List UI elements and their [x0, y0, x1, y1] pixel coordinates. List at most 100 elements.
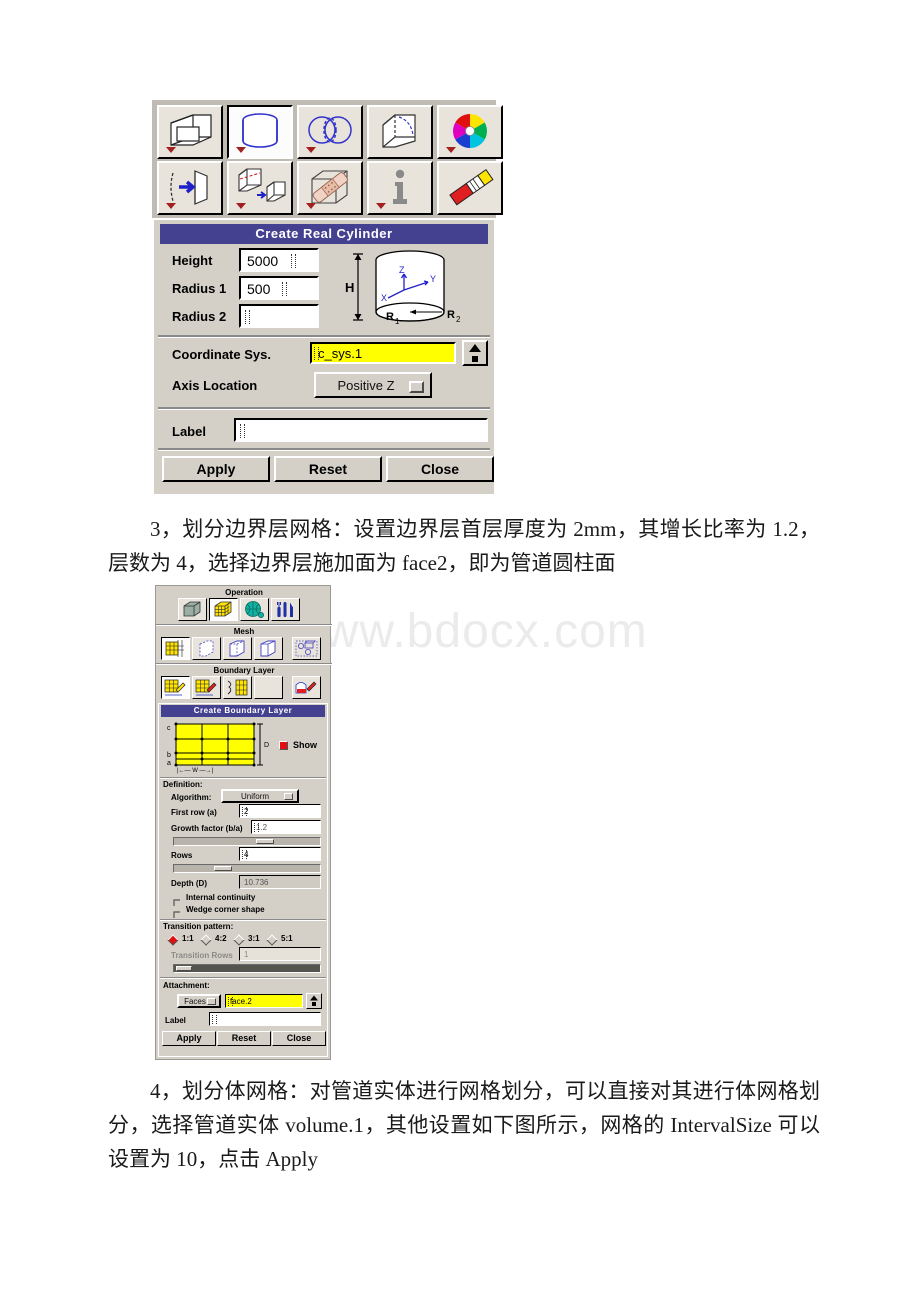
toolbar-button-delete-volume[interactable]: [437, 161, 503, 215]
toolbar-button-summarize[interactable]: [367, 161, 433, 215]
apply-button[interactable]: Apply: [162, 456, 270, 482]
radius2-input[interactable]: [239, 304, 319, 328]
mesh-button-boundary-layer[interactable]: [161, 637, 190, 660]
svg-text:b: b: [167, 752, 171, 759]
transition-radio-3-1[interactable]: [233, 934, 245, 946]
mesh-edge-icon: [199, 640, 214, 657]
boundary-layer-mesh-icon: [165, 640, 184, 657]
boolean-dropdown-arrow-icon[interactable]: [306, 147, 316, 153]
attachment-pick-button[interactable]: [306, 993, 322, 1009]
bl-divider-2: [160, 919, 326, 921]
bl-button-create[interactable]: [161, 676, 190, 699]
rows-slider-thumb[interactable]: [214, 866, 232, 871]
mesh-button-group[interactable]: [292, 637, 321, 660]
internal-continuity-checkbox[interactable]: [173, 894, 182, 906]
apply-button-label: Apply: [196, 461, 236, 477]
show-checkbox[interactable]: [279, 741, 288, 750]
attachment-face-input[interactable]: face.2: [225, 994, 303, 1008]
reset-button[interactable]: Reset: [274, 456, 382, 482]
toolbar-button-split-volume[interactable]: [367, 105, 433, 159]
cylinder-dialog: Create Real Cylinder Height 5000 Radius …: [152, 218, 496, 496]
growth-factor-slider-thumb[interactable]: [256, 839, 274, 844]
toolbar-button-move-copy[interactable]: [157, 161, 223, 215]
summarize-dropdown-arrow-icon[interactable]: [376, 203, 386, 209]
attachment-face-caret-icon: [228, 997, 233, 1006]
transition-radio-1-1-label: 1:1: [182, 934, 194, 943]
transition-radio-5-1[interactable]: [266, 934, 278, 946]
algorithm-dropdown-indicator-icon: [284, 793, 293, 800]
svg-text:H: H: [345, 280, 354, 295]
bl-label-label: Label: [165, 1016, 186, 1025]
bl-button-delete[interactable]: [292, 676, 321, 699]
operation-button-tools[interactable]: [271, 598, 300, 621]
up-arrow-stem-icon-2: [312, 1002, 316, 1006]
attachment-type-dropdown[interactable]: Faces: [177, 994, 221, 1008]
transition-radio-1-1[interactable]: [167, 934, 179, 946]
toolbar-button-split-merge[interactable]: [227, 161, 293, 215]
rows-input[interactable]: 4: [239, 847, 321, 861]
toolbar-button-boolean[interactable]: [297, 105, 363, 159]
radius2-caret-icon: [245, 310, 250, 324]
color-dropdown-arrow-icon[interactable]: [446, 147, 456, 153]
operation-button-zones[interactable]: [240, 598, 269, 621]
bl-divider-3: [160, 977, 326, 979]
growth-factor-slider[interactable]: [173, 837, 321, 846]
bl-close-button[interactable]: Close: [272, 1031, 326, 1046]
algorithm-dropdown[interactable]: Uniform: [221, 789, 299, 803]
bl-reset-button[interactable]: Reset: [217, 1031, 271, 1046]
stitch-dropdown-arrow-icon[interactable]: [306, 203, 316, 209]
divider-mesh-bl: [156, 663, 332, 665]
first-row-caret-icon: [242, 807, 247, 816]
bl-button-split[interactable]: [223, 676, 252, 699]
cylinder-dropdown-arrow-icon[interactable]: [236, 147, 246, 153]
mesh-button-volume[interactable]: [254, 637, 283, 660]
attachment-header: Attachment:: [163, 981, 210, 990]
label-input[interactable]: [234, 418, 488, 442]
height-value: 5000: [247, 253, 279, 269]
svg-text:Y: Y: [430, 274, 436, 284]
paragraph-step4: 4，划分体网格：对管道实体进行网格划分，可以直接对其进行体网格划分，选择管道实体…: [108, 1074, 820, 1176]
mesh-button-edge[interactable]: [192, 637, 221, 660]
wedge-corner-checkbox[interactable]: [173, 906, 182, 918]
depth-input: 10.736: [239, 875, 321, 889]
bl-button-modify[interactable]: [192, 676, 221, 699]
close-button[interactable]: Close: [386, 456, 494, 482]
delete-eraser-icon: [449, 169, 494, 206]
transition-radio-5-1-label: 5:1: [281, 934, 293, 943]
attachment-face-value: face.2: [230, 997, 252, 1006]
toolbar-button-create-brick[interactable]: [157, 105, 223, 159]
split-merge-dropdown-arrow-icon[interactable]: [236, 203, 246, 209]
toolbar-button-stitch-faces[interactable]: [297, 161, 363, 215]
axis-location-dropdown[interactable]: Positive Z: [314, 372, 432, 398]
radius1-caret-icon: [282, 282, 287, 296]
coordinate-sys-pick-button[interactable]: [462, 340, 488, 366]
first-row-input[interactable]: 2: [239, 804, 321, 818]
mesh-button-face[interactable]: [223, 637, 252, 660]
operation-button-mesh[interactable]: [209, 598, 238, 621]
bl-button-blank[interactable]: [254, 676, 283, 699]
bl-divider-1: [160, 777, 326, 779]
cylinder-diagram: H Z Y X R 1 R 2: [345, 250, 461, 326]
growth-factor-input[interactable]: 1.2: [251, 820, 321, 834]
height-input[interactable]: 5000: [239, 248, 319, 272]
coordinate-sys-input[interactable]: c_sys.1: [310, 342, 456, 364]
svg-text:R: R: [447, 309, 455, 321]
operation-button-geometry[interactable]: [178, 598, 207, 621]
toolbar-button-volume-color[interactable]: [437, 105, 503, 159]
radius1-input[interactable]: 500: [239, 276, 319, 300]
blank-icon: [255, 677, 282, 698]
move-copy-dropdown-arrow-icon[interactable]: [166, 203, 176, 209]
bl-reset-label: Reset: [231, 1033, 257, 1043]
transition-rows-slider-thumb: [176, 966, 192, 971]
transition-rows-slider: [173, 964, 321, 973]
toolbar-button-create-cylinder[interactable]: [227, 105, 293, 159]
definition-header: Definition:: [163, 780, 203, 789]
transition-radio-4-2[interactable]: [200, 934, 212, 946]
brick-dropdown-arrow-icon[interactable]: [166, 147, 176, 153]
bl-apply-button[interactable]: Apply: [162, 1031, 216, 1046]
rows-slider[interactable]: [173, 864, 321, 873]
transition-rows-input: 1: [239, 947, 321, 961]
bl-label-input[interactable]: [209, 1012, 321, 1026]
svg-text:2: 2: [456, 315, 461, 324]
depth-label: Depth (D): [171, 879, 207, 888]
